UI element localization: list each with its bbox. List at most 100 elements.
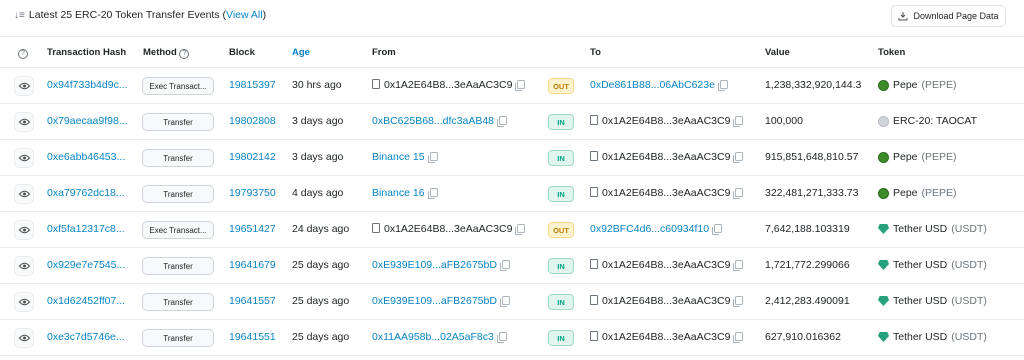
copy-icon[interactable] <box>733 188 744 199</box>
from-address-link[interactable]: 0xE939E109...aFB2675bD <box>372 295 497 307</box>
table-row: 0x94f733b4d9c... Exec Transact... 19815397… <box>0 68 1024 104</box>
tx-hash-link[interactable]: 0x94f733b4d9c... <box>47 79 128 91</box>
view-all-link[interactable]: View All <box>226 9 263 21</box>
from-address-link[interactable]: Binance 16 <box>372 187 425 199</box>
copy-icon[interactable] <box>712 224 723 235</box>
from-address-link[interactable]: 0x1A2E64B8...3eAaAC3C9 <box>384 223 512 235</box>
to-address-link[interactable]: 0x1A2E64B8...3eAaAC3C9 <box>602 187 730 199</box>
copy-icon[interactable] <box>733 116 744 127</box>
pepe-icon <box>878 151 889 163</box>
from-address: 0x11AA958b...02A5aF8c3 <box>372 331 507 343</box>
token-symbol: (PEPE) <box>921 187 957 199</box>
contract-icon <box>590 187 598 197</box>
block-link[interactable]: 19815397 <box>229 79 276 91</box>
copy-icon[interactable] <box>427 188 438 199</box>
to-address: 0x1A2E64B8...3eAaAC3C9 <box>590 295 744 307</box>
copy-icon[interactable] <box>499 260 510 271</box>
value-text: 915,851,648,810.57 <box>765 151 859 163</box>
from-address-link[interactable]: 0xE939E109...aFB2675bD <box>372 259 497 271</box>
tx-hash-link[interactable]: 0xf5fa12317c8... <box>47 223 125 235</box>
eye-icon <box>18 154 30 162</box>
token-link[interactable]: Tether USD (USDT) <box>878 331 987 343</box>
tx-hash-link[interactable]: 0x929e7e7545... <box>47 259 125 271</box>
from-address-link[interactable]: 0x1A2E64B8...3eAaAC3C9 <box>384 79 512 91</box>
age-text: 25 days ago <box>292 259 350 271</box>
contract-icon <box>590 259 598 269</box>
view-details-button[interactable] <box>14 328 34 348</box>
eye-icon <box>18 298 30 306</box>
from-address-link[interactable]: Binance 15 <box>372 151 425 163</box>
from-address-link[interactable]: 0x11AA958b...02A5aF8c3 <box>372 331 494 343</box>
token-link[interactable]: Pepe (PEPE) <box>878 187 957 199</box>
copy-icon[interactable] <box>733 332 744 343</box>
download-page-data-button[interactable]: Download Page Data <box>891 5 1006 27</box>
token-link[interactable]: Pepe (PEPE) <box>878 151 957 163</box>
method-badge: Exec Transact... <box>142 77 214 95</box>
token-symbol: (USDT) <box>951 223 987 235</box>
copy-icon[interactable] <box>427 152 438 163</box>
block-link[interactable]: 19651427 <box>229 223 276 235</box>
to-address-link[interactable]: 0x1A2E64B8...3eAaAC3C9 <box>602 259 730 271</box>
view-details-button[interactable] <box>14 184 34 204</box>
token-symbol: (USDT) <box>951 331 987 343</box>
contract-icon <box>590 331 598 341</box>
copy-icon[interactable] <box>733 260 744 271</box>
table-row: 0xa79762dc18... Transfer 19793750 4 days ag… <box>0 176 1024 212</box>
to-address-link[interactable]: 0x1A2E64B8...3eAaAC3C9 <box>602 295 730 307</box>
question-icon[interactable]: ? <box>18 49 28 59</box>
copy-icon[interactable] <box>515 224 526 235</box>
method-badge: Transfer <box>142 149 214 167</box>
table-row: 0x1d62452ff07... Transfer 19641557 25 days … <box>0 284 1024 320</box>
tx-hash-link[interactable]: 0xa79762dc18... <box>47 187 125 199</box>
token-name: ERC-20: TAOCAT <box>893 115 978 127</box>
question-icon[interactable]: ? <box>179 49 190 59</box>
sort-icon: ↓≡ <box>14 10 25 21</box>
copy-icon[interactable] <box>733 152 744 163</box>
from-address: 0x1A2E64B8...3eAaAC3C9 <box>372 223 526 235</box>
view-details-button[interactable] <box>14 112 34 132</box>
value-text: 627,910.016362 <box>765 331 841 343</box>
tx-hash-link[interactable]: 0xe6abb46453... <box>47 151 125 163</box>
copy-icon[interactable] <box>515 80 526 91</box>
view-details-button[interactable] <box>14 148 34 168</box>
to-address-link[interactable]: 0xDe861B88...06AbC623e <box>590 79 715 91</box>
copy-icon[interactable] <box>496 332 507 343</box>
to-address-link[interactable]: 0x1A2E64B8...3eAaAC3C9 <box>602 331 730 343</box>
view-details-button[interactable] <box>14 220 34 240</box>
block-link[interactable]: 19802142 <box>229 151 276 163</box>
copy-icon[interactable] <box>733 296 744 307</box>
block-link[interactable]: 19641679 <box>229 259 276 271</box>
tx-hash-link[interactable]: 0xe3c7d5746e... <box>47 331 125 343</box>
copy-icon[interactable] <box>497 116 508 127</box>
age-text: 4 days ago <box>292 187 344 199</box>
direction-badge: IN <box>548 150 574 166</box>
to-address-link[interactable]: 0x1A2E64B8...3eAaAC3C9 <box>602 151 730 163</box>
token-name: Tether USD <box>893 331 948 343</box>
to-address-link[interactable]: 0x92BFC4d6...c60934f10 <box>590 223 709 235</box>
token-link[interactable]: Tether USD (USDT) <box>878 223 987 235</box>
copy-icon[interactable] <box>499 296 510 307</box>
block-link[interactable]: 19793750 <box>229 187 276 199</box>
eye-icon <box>18 82 30 90</box>
table-row: 0xf5fa12317c8... Exec Transact... 19651427… <box>0 212 1024 248</box>
to-address-link[interactable]: 0x1A2E64B8...3eAaAC3C9 <box>602 115 730 127</box>
to-address: 0x92BFC4d6...c60934f10 <box>590 223 723 235</box>
copy-icon[interactable] <box>717 80 728 91</box>
token-link[interactable]: Tether USD (USDT) <box>878 295 987 307</box>
block-link[interactable]: 19641551 <box>229 331 276 343</box>
token-link[interactable]: Tether USD (USDT) <box>878 259 987 271</box>
block-link[interactable]: 19641557 <box>229 295 276 307</box>
view-details-button[interactable] <box>14 76 34 96</box>
view-details-button[interactable] <box>14 256 34 276</box>
from-address: 0x1A2E64B8...3eAaAC3C9 <box>372 79 526 91</box>
block-link[interactable]: 19802808 <box>229 115 276 127</box>
view-details-button[interactable] <box>14 292 34 312</box>
token-link[interactable]: Pepe (PEPE) <box>878 79 957 91</box>
column-header-to: To <box>590 47 601 58</box>
tx-hash-link[interactable]: 0x79aecaa9f98... <box>47 115 128 127</box>
from-address-link[interactable]: 0xBC625B68...dfc3aAB48 <box>372 115 494 127</box>
token-link[interactable]: ERC-20: TAOCAT <box>878 115 981 127</box>
age-text: 25 days ago <box>292 331 350 343</box>
tx-hash-link[interactable]: 0x1d62452ff07... <box>47 295 125 307</box>
column-header-age[interactable]: Age <box>292 47 310 58</box>
